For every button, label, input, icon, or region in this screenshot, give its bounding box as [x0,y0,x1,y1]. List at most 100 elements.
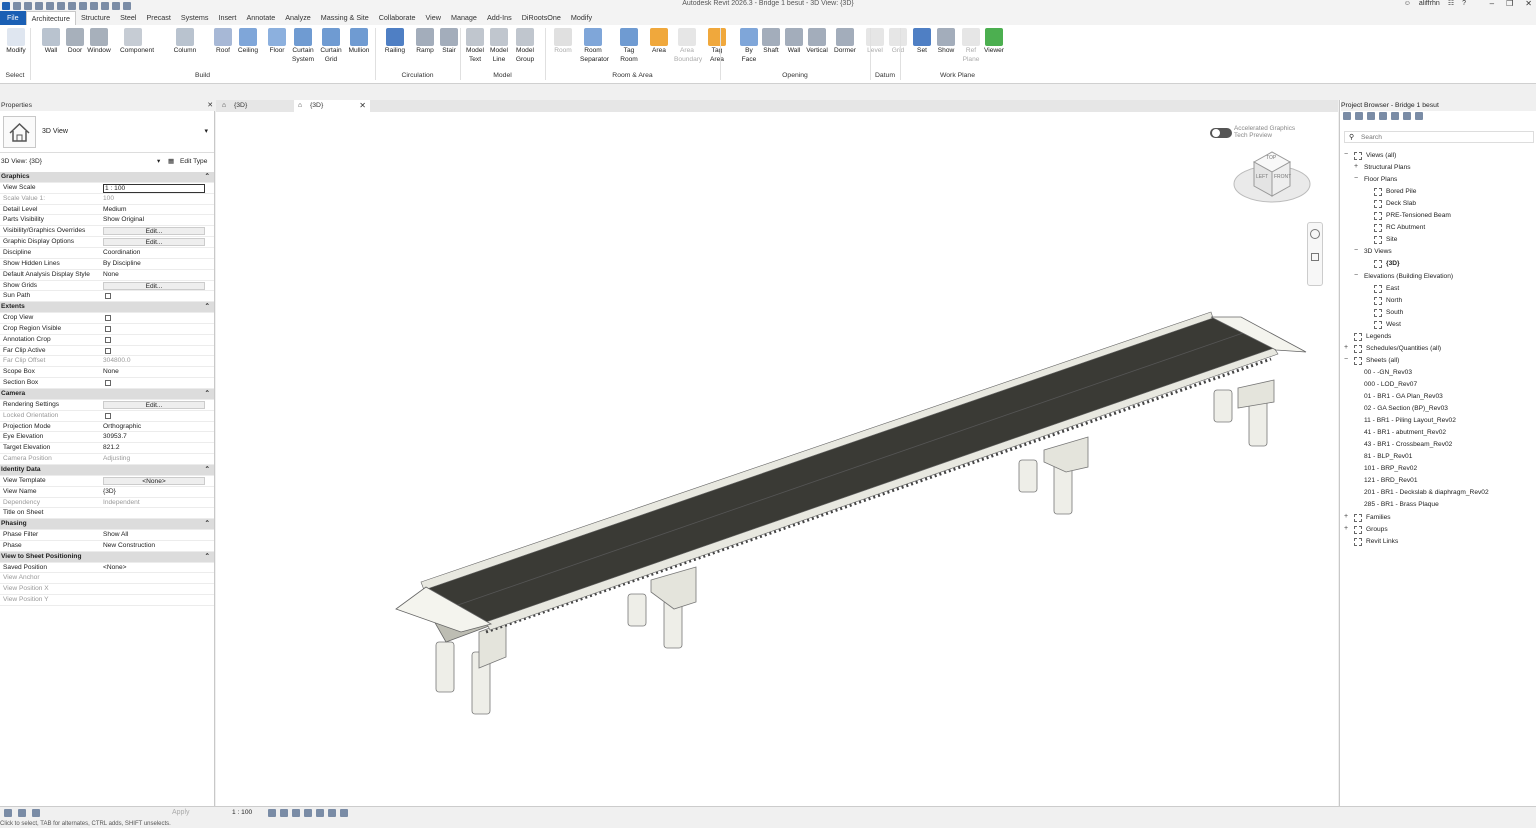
browser-item[interactable]: Bored Pile [1386,188,1416,196]
ribbon-area-button[interactable]: Area [646,28,672,56]
detail-level-icon[interactable] [268,809,276,817]
viewcube-top[interactable]: TOP [1266,155,1276,161]
property-value[interactable]: Show All [103,530,128,541]
ribbon-room-separator-button[interactable]: Room Separator [580,28,609,64]
ribbon-viewer-button[interactable]: Viewer [981,28,1007,56]
collapse-icon[interactable]: ⌃ [204,302,210,313]
browser-search[interactable]: ⚲ [1344,131,1534,143]
property-category[interactable]: Camera ⌃ [0,389,214,400]
ribbon-window-button[interactable]: Window [86,28,112,56]
ribbon-tag-area-button[interactable]: Tag Area [704,28,730,64]
ribbon-wall-button[interactable]: Wall [38,28,64,56]
collapse-icon[interactable]: ⌃ [204,172,210,183]
view-scale[interactable]: 1 : 100 [232,809,252,816]
tab-steel[interactable]: Steel [115,11,141,25]
browser-item[interactable]: PRE-Tensioned Beam [1386,212,1451,220]
ribbon-column-button[interactable]: Column [172,28,198,56]
property-category[interactable]: Phasing ⌃ [0,519,214,531]
browser-item[interactable]: Elevations (Building Elevation) [1364,273,1453,281]
property-value[interactable]: Coordination [103,248,140,259]
tab-massing-site[interactable]: Massing & Site [316,11,374,25]
shadows-icon[interactable] [304,809,312,817]
tree-toggle-icon[interactable]: + [1344,513,1348,520]
tab-dirootsone[interactable]: DiRootsOne [517,11,566,25]
tab-modify[interactable]: Modify [566,11,597,25]
browser-item[interactable]: 11 - BR1 - Piling Layout_Rev02 [1364,417,1456,425]
tab-file[interactable]: File [0,11,26,25]
property-value[interactable]: New Construction [103,541,155,552]
steering-wheel-icon[interactable] [1310,229,1320,239]
property-value[interactable]: 1 : 100 [103,183,205,193]
viewcube-front[interactable]: FRONT [1274,174,1291,180]
visual-style-icon[interactable] [280,809,288,817]
property-value[interactable]: By Discipline [103,259,141,270]
view-tab-inactive[interactable]: ⌂ {3D} [218,100,294,112]
chevron-down-icon[interactable]: ▾ [204,127,208,135]
ribbon-group-work-plane[interactable]: Work Plane [900,72,1015,79]
ribbon-curtain-system-button[interactable]: Curtain System [290,28,316,64]
user-icon[interactable]: ☺ [1404,0,1411,8]
browser-item[interactable]: Views (all) [1366,152,1396,160]
ribbon-component-button[interactable]: Component [120,28,154,56]
filter-icon[interactable] [4,809,12,817]
tab-precast[interactable]: Precast [142,11,176,25]
home-icon[interactable] [1343,112,1351,120]
browser-item[interactable]: Site [1386,236,1397,244]
edit-type-button[interactable]: Edit Type [180,156,207,167]
apply-button[interactable]: Apply [172,809,190,816]
render-icon[interactable] [316,809,324,817]
ribbon-dormer-button[interactable]: Dormer [832,28,858,56]
ribbon-grid-button[interactable]: Grid [885,28,911,56]
browser-item[interactable]: 285 - BR1 - Brass Plaque [1364,501,1439,509]
ribbon-group-model[interactable]: Model [460,72,545,79]
property-category[interactable]: View to Sheet Positioning ⌃ [0,551,214,563]
property-value[interactable]: Medium [103,205,126,216]
tree-toggle-icon[interactable]: − [1344,151,1348,158]
collapse-icon[interactable]: ⌃ [204,465,210,476]
browser-item[interactable]: 201 - BR1 - Deckslab & diaphragm_Rev02 [1364,489,1489,497]
browser-item[interactable]: Structural Plans [1364,164,1411,172]
ribbon-ceiling-button[interactable]: Ceiling [235,28,261,56]
browser-item[interactable]: 01 - BR1 - GA Plan_Rev03 [1364,393,1443,401]
tree-toggle-icon[interactable]: − [1344,356,1348,363]
schedule-icon[interactable] [1379,112,1387,120]
ribbon-stair-button[interactable]: Stair [436,28,462,56]
view-tab-active[interactable]: ⌂ {3D} ✕ [294,100,370,112]
family-icon[interactable] [1391,112,1399,120]
property-checkbox[interactable] [105,412,111,419]
property-checkbox[interactable] [105,336,111,343]
browser-item[interactable]: {3D} [1386,260,1400,268]
ribbon-curtain-grid-button[interactable]: Curtain Grid [318,28,344,64]
browser-item[interactable]: 3D Views [1364,248,1392,256]
username[interactable]: aliffrhn [1419,0,1440,8]
ribbon-roof-button[interactable]: Roof [210,28,236,56]
property-value[interactable]: Show Original [103,215,144,226]
sheet-icon[interactable] [1367,112,1375,120]
ribbon-model-line-button[interactable]: Model Line [486,28,512,64]
property-edit-button[interactable]: Edit... [103,227,205,236]
tab-architecture[interactable]: Architecture [25,11,76,25]
property-checkbox[interactable] [105,347,111,354]
ribbon-show-button[interactable]: Show [933,28,959,56]
browser-item[interactable]: Families [1366,514,1391,522]
viewcube-left[interactable]: LEFT [1256,174,1268,180]
ribbon-group-circulation[interactable]: Circulation [375,72,460,79]
sun-path-icon[interactable] [292,809,300,817]
ribbon-group-room-area[interactable]: Room & Area [545,72,720,79]
browser-item[interactable]: 81 - BLP_Rev01 [1364,453,1412,461]
tab-analyze[interactable]: Analyze [280,11,316,25]
group-icon[interactable] [1403,112,1411,120]
viewcube[interactable]: TOP LEFT FRONT [1232,144,1312,208]
close-tab-icon[interactable]: ✕ [359,100,366,112]
tab-systems[interactable]: Systems [176,11,214,25]
ribbon-tag-room-button[interactable]: Tag Room [616,28,642,64]
ribbon-group-datum[interactable]: Datum [870,72,900,79]
property-value[interactable]: 821.2 [103,443,120,454]
collapse-icon[interactable]: ⌃ [204,552,210,563]
browser-item[interactable]: 43 - BR1 - Crossbeam_Rev02 [1364,441,1452,449]
close-icon[interactable]: ✕ [1525,0,1532,8]
browser-search-input[interactable] [1361,133,1521,142]
browser-item[interactable]: Groups [1366,526,1388,534]
property-checkbox[interactable] [105,293,111,300]
sort-desc-icon[interactable] [32,809,40,817]
